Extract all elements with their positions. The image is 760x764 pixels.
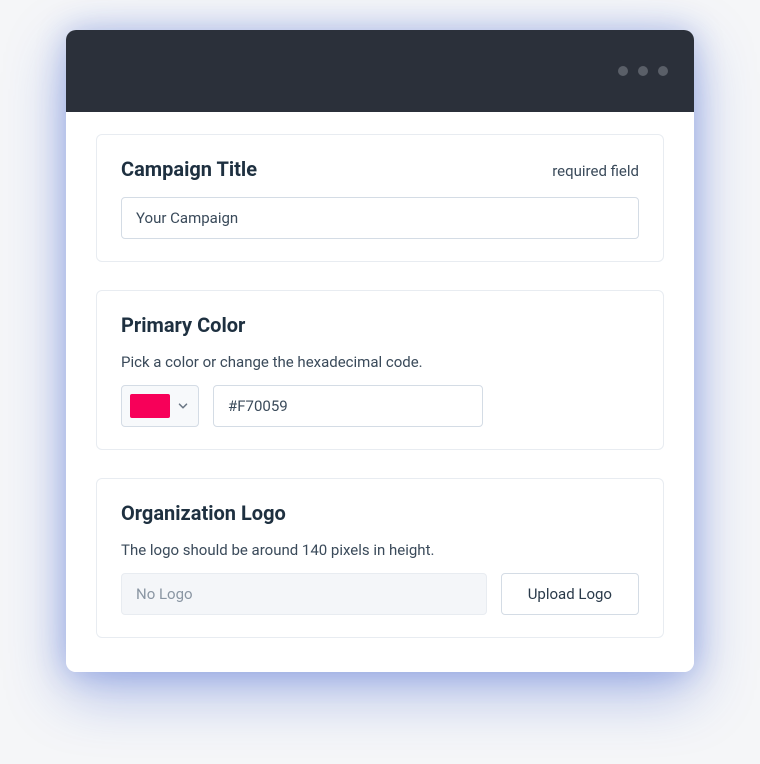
logo-row: No Logo Upload Logo [121, 573, 639, 615]
logo-filename-display: No Logo [121, 573, 487, 615]
organization-logo-help: The logo should be around 140 pixels in … [121, 541, 639, 559]
primary-color-help: Pick a color or change the hexadecimal c… [121, 353, 639, 371]
campaign-title-label: Campaign Title [121, 157, 257, 181]
content-area: Campaign Title required field Primary Co… [66, 112, 694, 672]
campaign-title-input[interactable] [121, 197, 639, 239]
window-control-dot [658, 66, 668, 76]
required-field-label: required field [552, 162, 639, 180]
color-swatch [130, 394, 170, 418]
window-control-dot [618, 66, 628, 76]
app-window: Campaign Title required field Primary Co… [66, 30, 694, 672]
upload-logo-button[interactable]: Upload Logo [501, 573, 639, 615]
hex-code-input[interactable] [213, 385, 483, 427]
primary-color-label: Primary Color [121, 313, 245, 337]
card-header: Primary Color [121, 313, 639, 337]
chevron-down-icon [176, 399, 190, 413]
campaign-title-card: Campaign Title required field [96, 134, 664, 262]
color-picker-button[interactable] [121, 385, 199, 427]
card-header: Campaign Title required field [121, 157, 639, 181]
primary-color-card: Primary Color Pick a color or change the… [96, 290, 664, 450]
organization-logo-label: Organization Logo [121, 501, 286, 525]
organization-logo-card: Organization Logo The logo should be aro… [96, 478, 664, 638]
window-control-dot [638, 66, 648, 76]
window-titlebar [66, 30, 694, 112]
card-header: Organization Logo [121, 501, 639, 525]
color-row [121, 385, 639, 427]
